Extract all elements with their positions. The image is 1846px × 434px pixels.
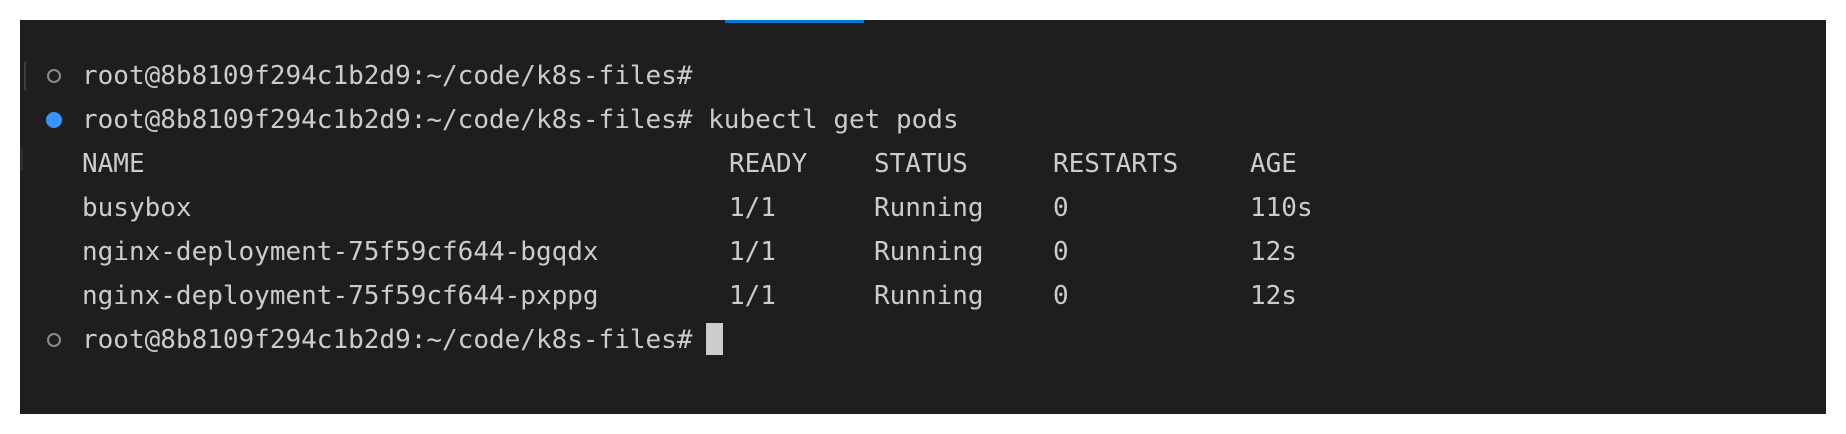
terminal-line-prompt-previous: root@8b8109f294c1b2d9:~/code/k8s-files# [20,54,1826,98]
prompt-text: root@8b8109f294c1b2d9:~/code/k8s-files# [82,61,693,91]
pod-age: 110s [1250,193,1313,223]
command-line-text: root@8b8109f294c1b2d9:~/code/k8s-files# … [82,98,959,142]
current-prompt: root@8b8109f294c1b2d9:~/code/k8s-files# [82,318,724,362]
pod-status: Running [874,237,984,267]
table-header-row: NAME READY STATUS RESTARTS AGE [20,142,1826,186]
pod-name: nginx-deployment-75f59cf644-pxppg [82,281,599,311]
terminal-line-prompt-current[interactable]: root@8b8109f294c1b2d9:~/code/k8s-files# [20,318,1826,362]
pod-age: 12s [1250,281,1297,311]
prompt-text: root@8b8109f294c1b2d9:~/code/k8s-files# [82,105,693,135]
pod-status: Running [874,193,984,223]
terminal-panel[interactable]: root@8b8109f294c1b2d9:~/code/k8s-files# … [20,20,1826,414]
pod-ready: 1/1 [729,193,776,223]
terminal-line-command: root@8b8109f294c1b2d9:~/code/k8s-files# … [20,98,1826,142]
pod-restarts: 0 [1053,281,1069,311]
table-row: busybox 1/1 Running 0 110s [20,186,1826,230]
command-decoration-default-icon[interactable] [47,333,61,347]
pod-status: Running [874,281,984,311]
command-decoration-default-icon[interactable] [47,69,61,83]
pod-name: busybox [82,193,192,223]
pod-ready: 1/1 [729,281,776,311]
text-cursor[interactable] [706,322,724,355]
pod-restarts: 0 [1053,193,1069,223]
prompt-text: root@8b8109f294c1b2d9:~/code/k8s-files# [82,325,693,355]
table-row: nginx-deployment-75f59cf644-pxppg 1/1 Ru… [20,274,1826,318]
header-name: NAME [82,149,145,179]
terminal-output[interactable]: root@8b8109f294c1b2d9:~/code/k8s-files# … [20,54,1826,362]
header-status: STATUS [874,149,968,179]
pod-name: nginx-deployment-75f59cf644-bgqdx [82,237,599,267]
active-tab-indicator [725,20,864,23]
header-age: AGE [1250,149,1297,179]
pod-restarts: 0 [1053,237,1069,267]
header-restarts: RESTARTS [1053,149,1179,179]
pod-ready: 1/1 [729,237,776,267]
command-decoration-success-icon[interactable] [46,112,62,128]
header-ready: READY [729,149,808,179]
command-text: kubectl get pods [708,105,959,135]
pod-age: 12s [1250,237,1297,267]
table-row: nginx-deployment-75f59cf644-bgqdx 1/1 Ru… [20,230,1826,274]
